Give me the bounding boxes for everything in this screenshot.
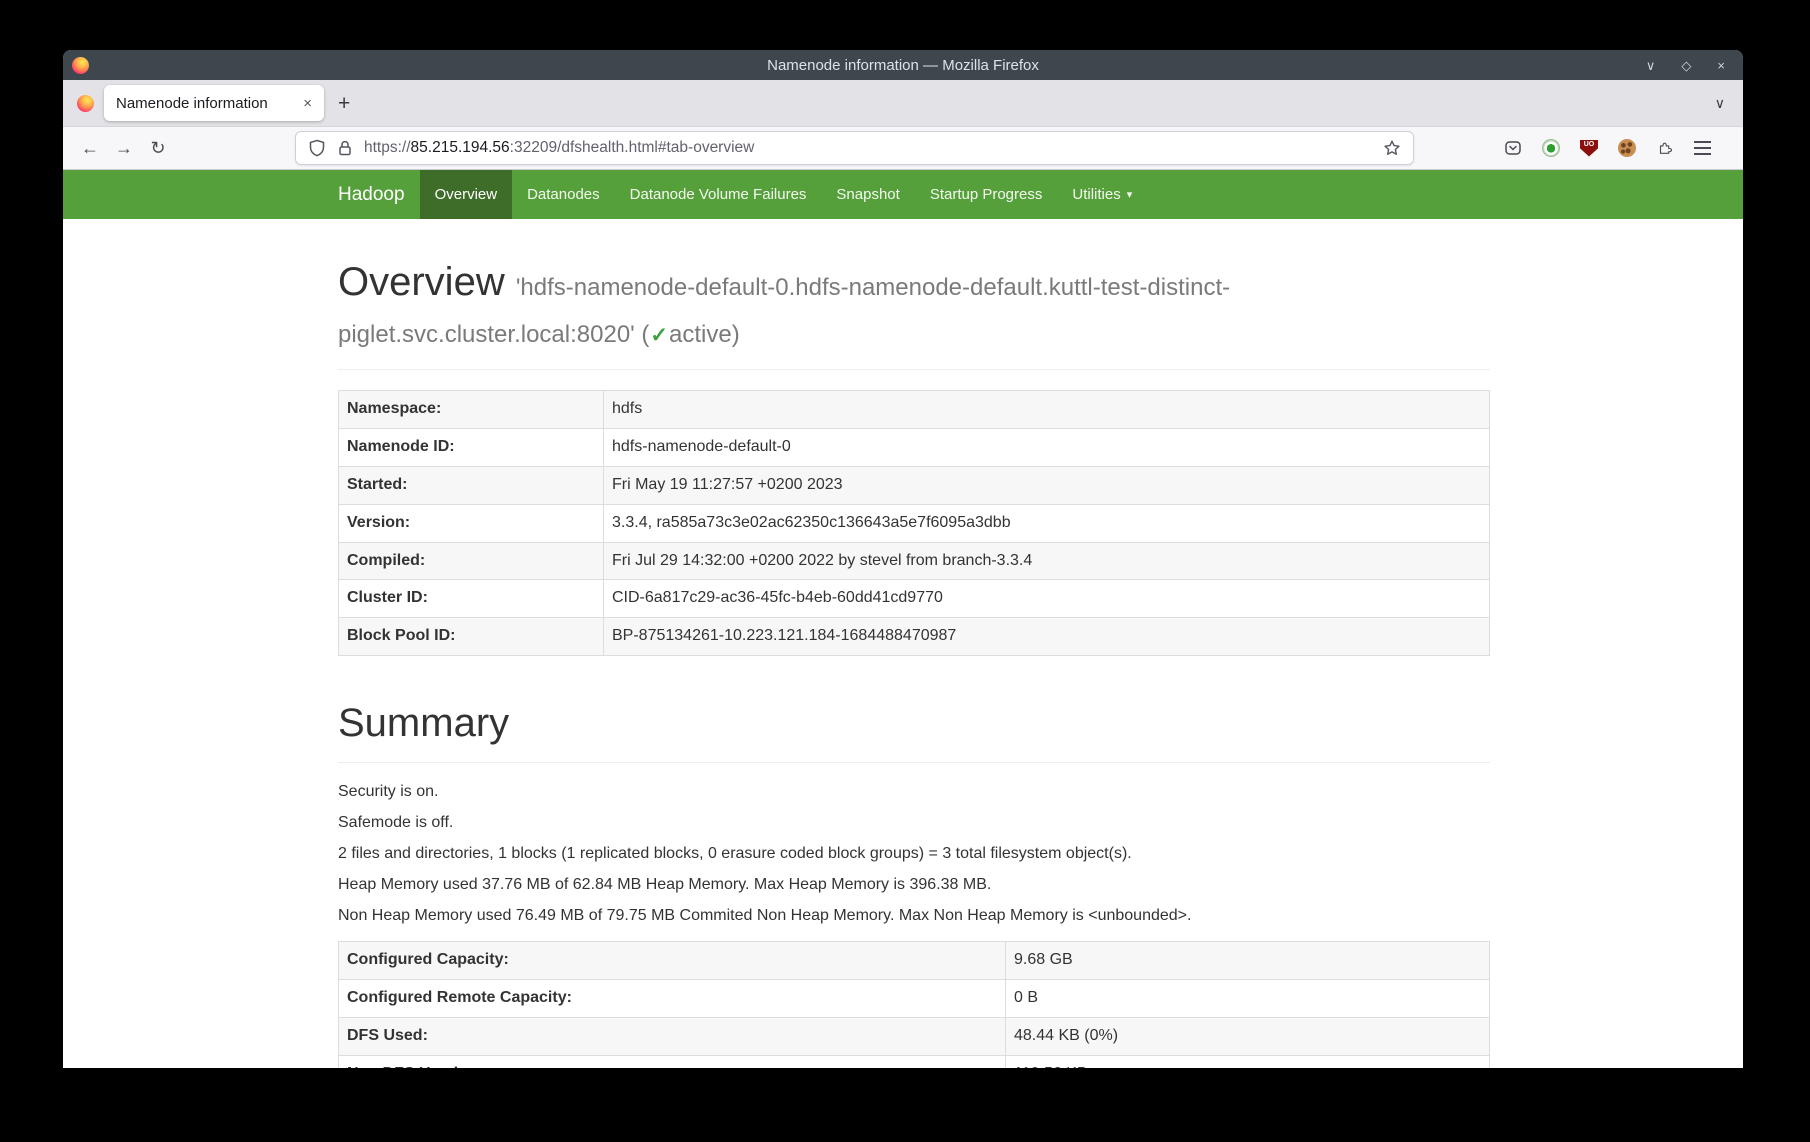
cookie-extension-icon[interactable]: [1618, 139, 1636, 157]
nav-item-utilities[interactable]: Utilities ▾: [1057, 170, 1147, 219]
extensions-puzzle-icon[interactable]: [1656, 139, 1674, 157]
extension-green-icon[interactable]: [1542, 139, 1560, 157]
summary-line-nonheap: Non Heap Memory used 76.49 MB of 79.75 M…: [338, 905, 1490, 927]
url-text[interactable]: https://85.215.194.56:32209/dfshealth.ht…: [364, 139, 754, 157]
row-label: Compiled:: [339, 542, 604, 580]
connection-lock-icon[interactable]: [336, 139, 354, 157]
nav-item-startup-progress[interactable]: Startup Progress: [915, 170, 1058, 219]
nav-item-snapshot[interactable]: Snapshot: [821, 170, 914, 219]
row-label: Configured Remote Capacity:: [339, 980, 1006, 1018]
row-value: Fri Jul 29 14:32:00 +0200 2022 by stevel…: [604, 542, 1490, 580]
reload-button[interactable]: ↻: [141, 131, 175, 165]
row-value: Fri May 19 11:27:57 +0200 2023: [604, 466, 1490, 504]
table-row: Compiled: Fri Jul 29 14:32:00 +0200 2022…: [339, 542, 1490, 580]
row-value: BP-875134261-10.223.121.184-168448847098…: [604, 618, 1490, 656]
window-close-icon[interactable]: ×: [1717, 59, 1725, 72]
overview-heading-text: Overview: [338, 260, 505, 304]
row-label: Block Pool ID:: [339, 618, 604, 656]
ublock-origin-icon[interactable]: UO: [1580, 140, 1598, 157]
summary-line-security: Security is on.: [338, 781, 1490, 803]
row-value: 0 B: [1006, 980, 1490, 1018]
row-label: Configured Capacity:: [339, 942, 1006, 980]
table-row: Namespace: hdfs: [339, 391, 1490, 429]
url-path: :32209/dfshealth.html#tab-overview: [510, 139, 755, 156]
active-check-icon: ✓: [649, 324, 669, 347]
table-row: DFS Used: 48.44 KB (0%): [339, 1017, 1490, 1055]
summary-line-heap: Heap Memory used 37.76 MB of 62.84 MB He…: [338, 874, 1490, 896]
forward-button[interactable]: →: [107, 131, 141, 165]
tab-close-icon[interactable]: ×: [303, 95, 312, 112]
table-row: Version: 3.3.4, ra585a73c3e02ac62350c136…: [339, 504, 1490, 542]
summary-heading: Summary: [338, 700, 1490, 746]
active-state-label: active: [669, 321, 732, 348]
summary-line-safemode: Safemode is off.: [338, 812, 1490, 834]
row-label: Cluster ID:: [339, 580, 604, 618]
namenode-info-table: Namespace: hdfs Namenode ID: hdfs-nameno…: [338, 390, 1490, 656]
page-content: Overview 'hdfs-namenode-default-0.hdfs-n…: [63, 219, 1743, 1068]
chevron-down-icon: ▾: [1127, 188, 1133, 201]
window-maximize-icon[interactable]: ◇: [1681, 59, 1691, 72]
table-row: Namenode ID: hdfs-namenode-default-0: [339, 429, 1490, 467]
nav-item-overview[interactable]: Overview: [420, 170, 513, 219]
tab-strip: Namenode information × + ∨: [63, 80, 1743, 127]
url-host: 85.215.194.56: [411, 139, 510, 156]
url-bar[interactable]: https://85.215.194.56:32209/dfshealth.ht…: [295, 131, 1414, 165]
row-value: 9.68 GB: [1006, 942, 1490, 980]
url-scheme: https://: [364, 139, 411, 156]
row-value: 3.3.4, ra585a73c3e02ac62350c136643a5e7f6…: [604, 504, 1490, 542]
summary-header: Summary: [338, 700, 1490, 763]
row-label: Namespace:: [339, 391, 604, 429]
firefox-window: Namenode information — Mozilla Firefox ∨…: [63, 50, 1743, 1068]
tab-title: Namenode information: [116, 95, 295, 112]
tab-namenode-information[interactable]: Namenode information ×: [104, 85, 324, 121]
row-value: 48.44 KB (0%): [1006, 1017, 1490, 1055]
tracking-protection-shield-icon[interactable]: [308, 139, 326, 157]
nav-item-datanode-volume-failures[interactable]: Datanode Volume Failures: [615, 170, 822, 219]
row-value: CID-6a817c29-ac36-45fc-b4eb-60dd41cd9770: [604, 580, 1490, 618]
summary-text: Security is on. Safemode is off. 2 files…: [338, 781, 1490, 927]
window-title: Namenode information — Mozilla Firefox: [63, 57, 1743, 74]
row-label: Non DFS Used:: [339, 1055, 1006, 1068]
firefox-view-button[interactable]: [77, 95, 94, 112]
toolbar-extension-icons: UO: [1504, 139, 1733, 157]
table-row: Non DFS Used: 119.56 KB: [339, 1055, 1490, 1068]
row-label: Namenode ID:: [339, 429, 604, 467]
row-value: hdfs-namenode-default-0: [604, 429, 1490, 467]
page-title: Overview 'hdfs-namenode-default-0.hdfs-n…: [338, 259, 1490, 353]
table-row: Configured Capacity: 9.68 GB: [339, 942, 1490, 980]
table-row: Started: Fri May 19 11:27:57 +0200 2023: [339, 466, 1490, 504]
bookmark-star-icon[interactable]: [1383, 139, 1401, 157]
summary-line-files: 2 files and directories, 1 blocks (1 rep…: [338, 843, 1490, 865]
table-row: Block Pool ID: BP-875134261-10.223.121.1…: [339, 618, 1490, 656]
navbar-brand-hadoop[interactable]: Hadoop: [323, 170, 420, 219]
menu-hamburger-icon[interactable]: [1694, 141, 1711, 155]
navigation-toolbar: ← → ↻ https://85.215.194.56:32209/dfshea…: [63, 127, 1743, 170]
row-label: Version:: [339, 504, 604, 542]
new-tab-button[interactable]: +: [338, 93, 350, 114]
back-button[interactable]: ←: [73, 131, 107, 165]
hadoop-navbar: Hadoop Overview Datanodes Datanode Volum…: [63, 170, 1743, 219]
row-value: 119.56 KB: [1006, 1055, 1490, 1068]
nav-item-datanodes[interactable]: Datanodes: [512, 170, 615, 219]
row-label: Started:: [339, 466, 604, 504]
desktop-background: Namenode information — Mozilla Firefox ∨…: [0, 0, 1810, 1142]
table-row: Configured Remote Capacity: 0 B: [339, 980, 1490, 1018]
nav-item-utilities-label: Utilities: [1072, 186, 1120, 203]
capacity-table: Configured Capacity: 9.68 GB Configured …: [338, 941, 1490, 1068]
overview-header: Overview 'hdfs-namenode-default-0.hdfs-n…: [338, 259, 1490, 370]
row-label: DFS Used:: [339, 1017, 1006, 1055]
table-row: Cluster ID: CID-6a817c29-ac36-45fc-b4eb-…: [339, 580, 1490, 618]
window-minimize-icon[interactable]: ∨: [1646, 59, 1656, 72]
window-titlebar[interactable]: Namenode information — Mozilla Firefox ∨…: [63, 50, 1743, 80]
row-value: hdfs: [604, 391, 1490, 429]
list-all-tabs-icon[interactable]: ∨: [1715, 95, 1725, 112]
pocket-save-icon[interactable]: [1504, 139, 1522, 157]
